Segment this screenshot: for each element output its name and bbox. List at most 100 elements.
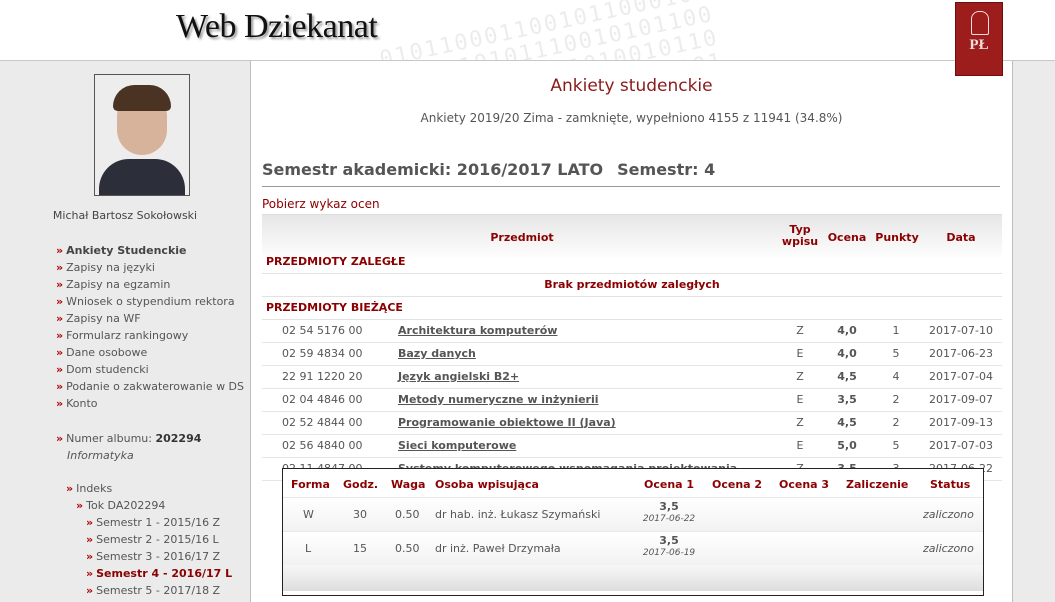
album-label: Numer albumu: [66,432,152,445]
detail-form: W [303,508,314,521]
course-details-panel: Forma Godz. Waga Osoba wpisująca Ocena 1… [282,468,984,596]
menu-item-zapisy-na-jezyki[interactable]: » Zapisy na języki [56,259,244,276]
detail-person: dr inż. Paweł Drzymała [435,542,561,555]
course-name-link[interactable]: Programowanie obiektowe II (Java) [398,412,616,434]
course-name-link[interactable]: Język angielski B2+ [398,366,519,388]
course-code: 22 91 1220 20 [282,370,363,383]
course-name-link[interactable]: Sieci komputerowe [398,435,516,457]
download-grades-link[interactable]: Pobierz wykaz ocen [262,197,380,211]
chevron-right-icon: » [56,363,64,376]
details-header: Forma Godz. Waga Osoba wpisująca Ocena 1… [283,469,983,497]
chevron-right-icon: » [56,432,64,445]
column-header-subject: Przedmiot [490,231,554,244]
detail-hours: 15 [353,542,367,555]
course-points: 2 [892,416,900,429]
column-header-grade: Ocena [827,231,867,244]
tree-item-semester-1[interactable]: » Semestr 1 - 2015/16 Z [86,514,232,531]
course-date: 2017-07-10 [929,324,993,337]
course-grade: 4,0 [837,347,857,360]
detail-person: dr hab. inż. Łukasz Szymański [435,508,601,521]
tree-item-semester-2[interactable]: » Semestr 2 - 2015/16 L [86,531,232,548]
tree-item-indeks[interactable]: » Indeks [66,480,112,497]
course-name-link[interactable]: Architektura komputerów [398,320,557,342]
course-row: 22 91 1220 20 Język angielski B2+ Z 4,5 … [262,366,1002,389]
course-type: E [796,393,804,406]
chevron-right-icon: » [86,584,94,597]
menu-item-wniosek-o-stypendium[interactable]: » Wniosek o stypendium rektora [56,293,244,310]
course-grade: 4,5 [837,370,857,383]
menu-item-dane-osobowe[interactable]: » Dane osobowe [56,344,244,361]
course-code: 02 54 5176 00 [282,324,363,337]
binary-background-decoration: 0101100011001011000101 110011010111001010… [377,0,726,61]
site-title: Web Dziekanat [176,8,378,45]
course-row: 02 54 5176 00 Architektura komputerów Z … [262,320,1002,343]
menu-item-ankiety-studenckie[interactable]: » Ankiety Studenckie [56,242,244,259]
tree-item-semester-4[interactable]: » Semestr 4 - 2016/17 L [86,565,232,582]
menu-item-podanie-o-zakwaterowanie[interactable]: » Podanie o zakwaterowanie w DS [56,378,244,395]
course-date: 2017-07-03 [929,439,993,452]
right-margin-strip [1012,61,1055,602]
detail-status: zaliczono [923,542,974,555]
eagle-icon [971,11,989,35]
course-type: Z [796,324,804,337]
course-name-link[interactable]: Metody numeryczne w inżynierii [398,389,599,411]
detail-status: zaliczono [923,508,974,521]
course-date: 2017-09-13 [929,416,993,429]
column-header-points: Punkty [875,231,919,244]
chevron-right-icon: » [76,499,84,512]
detail-form: L [305,542,312,555]
details-footer [283,565,983,591]
sidebar-menu: » Ankiety Studenckie » Zapisy na języki » Z… [56,242,244,412]
details-header-credit: Zaliczenie [846,478,909,491]
student-photo [94,74,190,196]
course-grade: 4,0 [837,324,857,337]
tree-item-semester-3[interactable]: » Semestr 3 - 2016/17 Z [86,548,232,565]
menu-item-zapisy-na-wf[interactable]: » Zapisy na WF [56,310,244,327]
details-header-grade3: Ocena 3 [779,478,830,491]
chevron-right-icon: » [56,312,64,325]
detail-grade1: 3,5 2017-06-19 [639,535,699,559]
detail-weight: 0.50 [395,508,420,521]
course-points: 5 [892,347,900,360]
menu-item-zapisy-na-egzamin[interactable]: » Zapisy na egzamin [56,276,244,293]
details-header-status: Status [930,478,971,491]
detail-grade1-value: 3,5 [659,500,679,513]
chevron-right-icon: » [56,329,64,342]
details-header-person: Osoba wpisująca [435,478,539,491]
course-type: Z [796,416,804,429]
menu-item-konto[interactable]: » Konto [56,395,244,412]
course-points: 4 [892,370,900,383]
semester-tree: » Semestr 1 - 2015/16 Z » Semestr 2 - 2015… [86,514,232,599]
chevron-right-icon: » [86,533,94,546]
grades-table: Przedmiot Typ wpisu Ocena Punkty Data PRZ… [262,214,1002,481]
chevron-right-icon: » [56,261,64,274]
course-points: 1 [892,324,900,337]
chevron-right-icon: » [86,516,94,529]
course-code: 02 59 4834 00 [282,347,363,360]
tree-item-semester-5[interactable]: » Semestr 5 - 2017/18 Z [86,582,232,599]
semester-number: Semestr: 4 [617,160,716,179]
logo-text: PŁ [969,37,989,53]
student-name: Michał Bartosz Sokołowski [52,209,198,222]
tree-item-tok[interactable]: » Tok DA202294 [76,497,165,514]
sidebar: Michał Bartosz Sokołowski » Ankiety Stude… [0,61,251,602]
details-row: L 15 0.50 dr inż. Paweł Drzymała 3,5 201… [283,531,983,565]
album-info: » Numer albumu: 202294 Informatyka [56,430,201,464]
details-header-form: Forma [291,478,330,491]
page-header: 0101100011001011000101 110011010111001010… [0,0,1055,61]
course-type: Z [796,370,804,383]
course-code: 02 52 4844 00 [282,416,363,429]
details-header-weight: Waga [391,478,426,491]
course-points: 2 [892,393,900,406]
university-logo[interactable]: PŁ [955,2,1003,76]
course-name-link[interactable]: Bazy danych [398,343,476,365]
menu-item-formularz-rankingowy[interactable]: » Formularz rankingowy [56,327,244,344]
menu-item-dom-studencki[interactable]: » Dom studencki [56,361,244,378]
chevron-right-icon: » [56,380,64,393]
details-header-hours: Godz. [343,478,379,491]
detail-grade1-value: 3,5 [659,534,679,547]
survey-status: Ankiety 2019/20 Zima - zamknięte, wypełn… [420,111,843,125]
course-row: 02 56 4840 00 Sieci komputerowe E 5,0 5 … [262,435,1002,458]
course-grade: 4,5 [837,416,857,429]
course-grade: 5,0 [837,439,857,452]
